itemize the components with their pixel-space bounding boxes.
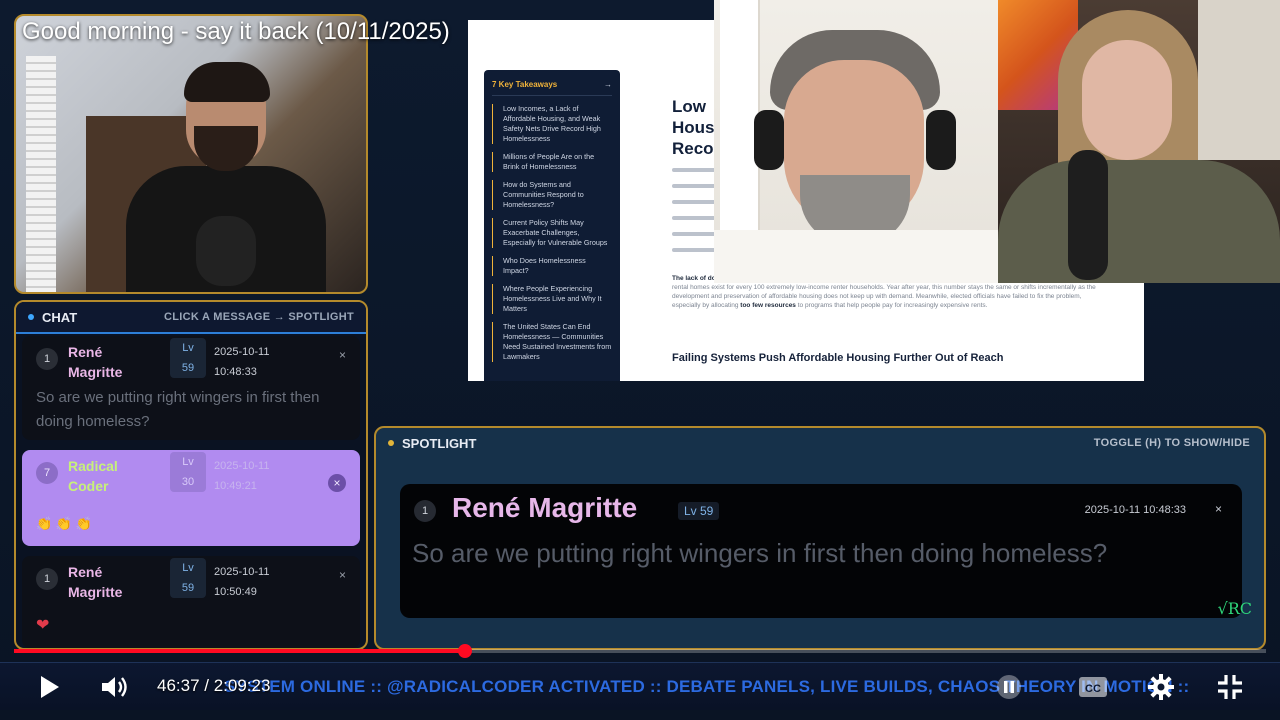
- play-button[interactable]: [34, 672, 64, 702]
- host-figure: [126, 62, 326, 292]
- level-badge: Lv 59: [170, 558, 206, 598]
- toc-item[interactable]: Where People Experiencing Homelessness L…: [492, 284, 612, 314]
- message-timestamp: 2025-10-11 10:50:49: [214, 566, 270, 598]
- chat-message[interactable]: 1 René Magritte Lv 59 2025-10-11 10:48:33 …: [22, 336, 360, 440]
- spotlight-message[interactable]: 1 René Magritte Lv 59 2025-10-11 10:48:3…: [400, 484, 1242, 618]
- arrow-right-icon: →: [604, 80, 612, 89]
- stream-frame: Good morning - say it back (10/11/2025) …: [0, 0, 1280, 720]
- status-dot-icon: [28, 314, 34, 320]
- svg-text:CC: CC: [1085, 683, 1101, 695]
- message-author: René Magritte: [68, 564, 123, 600]
- mute-button[interactable]: [98, 672, 130, 702]
- progress-fill: [14, 649, 465, 653]
- play-icon: [41, 676, 59, 698]
- host-webcam: [14, 14, 368, 294]
- video-title: Good morning - say it back (10/11/2025): [22, 18, 450, 45]
- document-bullets: [672, 168, 716, 264]
- document-heading: Failing Systems Push Affordable Housing …: [672, 352, 1004, 364]
- settings-button[interactable]: [1146, 672, 1176, 702]
- toc-item[interactable]: Millions of People Are on the Brink of H…: [492, 152, 612, 172]
- scrubber-handle[interactable]: [457, 644, 472, 658]
- dismiss-message-button[interactable]: ×: [328, 474, 346, 492]
- captions-button[interactable]: CC: [1076, 672, 1110, 702]
- channel-logo: √RC: [1217, 599, 1252, 618]
- headphones-icon: [754, 110, 784, 170]
- spotlight-title: SPOTLIGHT: [388, 436, 476, 451]
- spotlight-panel: SPOTLIGHT TOGGLE (H) TO SHOW/HIDE 1 René…: [374, 426, 1266, 650]
- spotlight-hint: TOGGLE (H) TO SHOW/HIDE: [1093, 437, 1250, 449]
- chat-message-highlighted[interactable]: 7 Radical Coder Lv 30 2025-10-11 10:49:21 …: [22, 450, 360, 546]
- table-of-contents: 7 Key Takeaways → Low Incomes, a Lack of …: [484, 70, 620, 381]
- volume-icon: [102, 677, 127, 697]
- message-timestamp: 2025-10-11 10:48:33: [214, 346, 270, 378]
- close-spotlight-button[interactable]: ×: [1215, 502, 1222, 516]
- message-author: Radical Coder: [68, 458, 118, 494]
- captions-icon: CC: [1079, 677, 1107, 697]
- message-author: René Magritte: [68, 344, 123, 380]
- chat-header: CHAT CLICK A MESSAGE → SPOTLIGHT: [16, 302, 366, 334]
- spotlight-body: So are we putting right wingers in first…: [412, 538, 1108, 568]
- level-badge: Lv 59: [678, 502, 720, 520]
- spotlight-author: René Magritte: [452, 492, 638, 523]
- ticker-text: SYSTEM ONLINE :: @RADICALCODER ACTIVATED…: [224, 677, 1190, 696]
- chat-message[interactable]: 1 René Magritte Lv 59 2025-10-11 10:50:49 …: [22, 556, 360, 648]
- spotlight-timestamp: 2025-10-11 10:48:33: [1084, 504, 1186, 516]
- guest-webcam-1: [714, 0, 998, 283]
- dismiss-message-button[interactable]: ×: [339, 348, 346, 362]
- level-badge: Lv 30: [170, 452, 206, 492]
- guest-webcam-2: [998, 0, 1280, 283]
- chat-title: CHAT: [28, 310, 77, 325]
- message-number-badge: 1: [36, 348, 58, 370]
- window-blinds: [26, 56, 56, 292]
- toc-header: 7 Key Takeaways →: [492, 80, 612, 96]
- exit-fullscreen-icon: [1218, 675, 1242, 699]
- message-number-badge: 7: [36, 462, 58, 484]
- toc-item[interactable]: How do Systems and Communities Respond t…: [492, 180, 612, 210]
- message-body: 👏 👏 👏: [36, 516, 92, 531]
- time-display: 46:37 / 2:09:23: [157, 676, 271, 695]
- message-timestamp: 2025-10-11 10:49:21: [214, 460, 270, 492]
- pause-icon: [997, 675, 1021, 699]
- message-body: ❤: [36, 617, 50, 634]
- toc-item[interactable]: Low Incomes, a Lack of Affordable Housin…: [492, 104, 612, 144]
- gear-icon: [1148, 674, 1174, 700]
- dismiss-message-button[interactable]: ×: [339, 568, 346, 582]
- microphone: [196, 216, 256, 286]
- toc-item[interactable]: The United States Can End Homelessness —…: [492, 322, 612, 362]
- microphone: [1068, 150, 1108, 280]
- message-body: So are we putting right wingers in first…: [36, 389, 320, 430]
- exit-fullscreen-button[interactable]: [1214, 672, 1246, 702]
- video-progress-bar[interactable]: [14, 644, 1266, 658]
- spotlight-header: SPOTLIGHT TOGGLE (H) TO SHOW/HIDE: [376, 428, 1264, 458]
- toc-item[interactable]: Current Policy Shifts May Exacerbate Cha…: [492, 218, 612, 248]
- level-badge: Lv 59: [170, 338, 206, 378]
- pause-ticker-button[interactable]: [994, 672, 1024, 702]
- chat-panel: CHAT CLICK A MESSAGE → SPOTLIGHT 1 René …: [14, 300, 368, 650]
- toc-item[interactable]: Who Does Homelessness Impact?: [492, 256, 612, 276]
- status-dot-icon: [388, 440, 394, 446]
- message-number-badge: 1: [414, 500, 436, 522]
- message-number-badge: 1: [36, 568, 58, 590]
- chat-hint: CLICK A MESSAGE → SPOTLIGHT: [163, 311, 354, 323]
